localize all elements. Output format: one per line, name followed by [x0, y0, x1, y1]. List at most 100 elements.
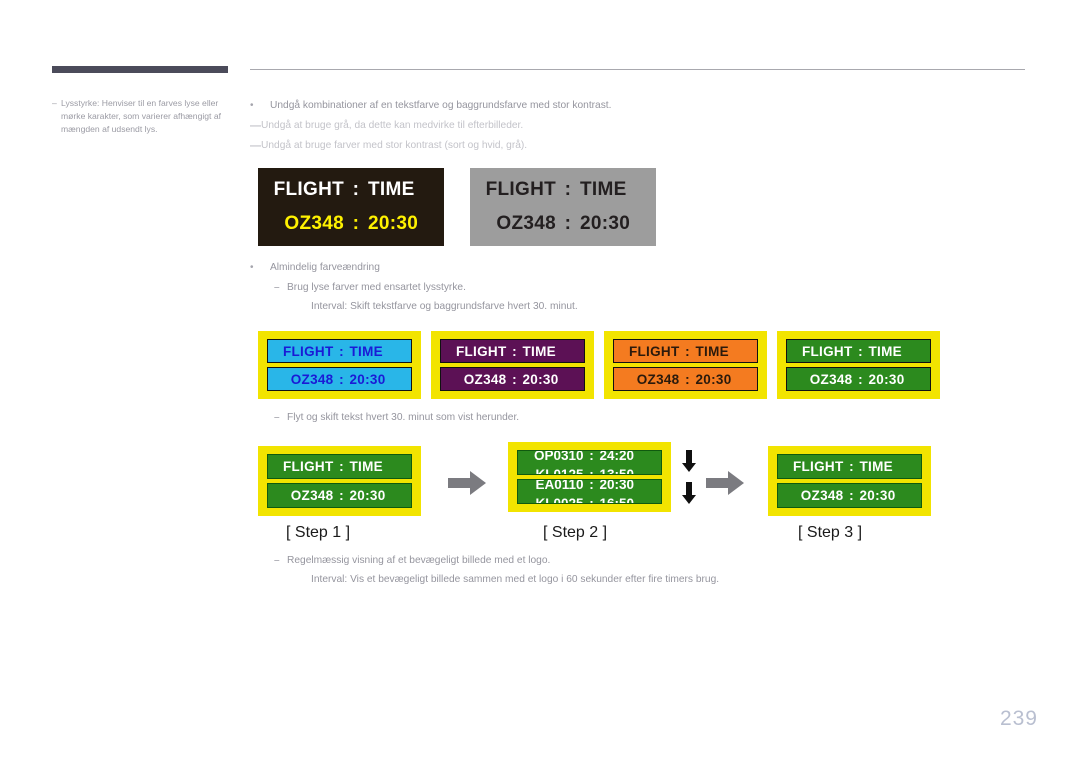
step2-caption: [ Step 2 ] [543, 524, 608, 541]
page-number: 239 [999, 707, 1038, 730]
board-flight-number: OZ348 [290, 488, 334, 503]
color-change-text-block: • Almindelig farveændring – Brug lyse fa… [250, 258, 1040, 316]
board-colon: : [589, 496, 594, 504]
header-accent-bar [52, 66, 228, 73]
board-colon: : [589, 450, 594, 463]
board-time-label: TIME [695, 343, 729, 359]
board-time-label: TIME [349, 343, 383, 359]
scroll-line: OP0310 : 24:20 [518, 450, 661, 465]
board-time-label: TIME [580, 179, 627, 200]
bullet-dot-icon: • [250, 100, 254, 111]
move-text-block: – Flyt og skift tekst hvert 30. minut so… [274, 408, 1034, 428]
board-flight-label: FLIGHT [273, 179, 344, 200]
board-data-line: OZ348 : 20:30 [470, 207, 656, 241]
sidebar-note-block: – Lysstyrke: Henviser til en farves lyse… [52, 97, 237, 137]
board-flight-number: OZ348 [496, 213, 556, 234]
board-flight-number: KL0125 [535, 467, 584, 475]
bullet-dot-icon: • [250, 262, 254, 273]
orange-on-yellow-board: FLIGHT : TIME OZ348 : 20:30 [604, 331, 767, 399]
bottom-note-row: – Regelmæssig visning af et bevægeligt b… [274, 551, 1040, 571]
board-header-line: FLIGHT : TIME [470, 173, 656, 207]
board-flight-number: OZ348 [809, 371, 853, 387]
board-colon: : [339, 459, 344, 474]
board-colon: : [685, 371, 690, 387]
board-flight-label: FLIGHT [628, 343, 680, 359]
board-colon: : [352, 179, 360, 200]
board-flight-number: OZ348 [284, 213, 344, 234]
step3-caption: [ Step 3 ] [798, 524, 863, 541]
board-flight-time: 20:30 [580, 213, 631, 234]
subnote-dash-marker: — [250, 120, 261, 132]
board-flight-number: OP0310 [533, 450, 584, 463]
board-flight-number: OZ348 [290, 371, 334, 387]
color-variant-boards: FLIGHT : TIME OZ348 : 20:30 FLIGHT : TIM… [258, 331, 940, 399]
bottom-note-interval-text: Interval: Vis et bevægeligt billede samm… [311, 574, 720, 585]
board-flight-label: FLIGHT [455, 343, 507, 359]
board-flight-number: EA0110 [535, 479, 584, 492]
board-flight-time: 20:30 [349, 371, 386, 387]
color-change-subbullet-row: – Brug lyse farver med ensartet lysstyrk… [274, 278, 1040, 298]
contrast-example-boards: FLIGHT : TIME OZ348 : 20:30 FLIGHT : TIM… [258, 168, 656, 246]
board-flight-label: FLIGHT [801, 343, 853, 359]
board-flight-time: 13:50 [599, 467, 635, 475]
board-flight-label: FLIGHT [282, 459, 334, 474]
header-divider-line [250, 69, 1025, 70]
board-colon: : [858, 343, 863, 359]
arrow-down-icon-2 [682, 482, 696, 504]
main-content-column: • Undgå kombinationer af en tekstfarve o… [250, 96, 1040, 156]
color-change-interval-text: Interval: Skift tekstfarve og baggrundsf… [311, 301, 578, 312]
board-flight-label: FLIGHT [282, 343, 334, 359]
scroll-line: EA0110 : 20:30 [518, 479, 661, 494]
board-header-line: FLIGHT : TIME [258, 173, 444, 207]
contrast-subnote-text-1: Undgå at bruge grå, da dette kan medvirk… [261, 120, 524, 131]
arrow-right-icon-2 [706, 470, 744, 496]
board-flight-number: OZ348 [800, 488, 844, 503]
board-data-line: OZ348 : 20:30 [267, 367, 412, 391]
contrast-subnote-row-1: — Undgå at bruge grå, da dette kan medvi… [250, 116, 1040, 136]
board-colon: : [589, 467, 594, 475]
board-flight-time: 20:30 [368, 213, 419, 234]
board-flight-time: 24:20 [599, 450, 635, 463]
board-flight-time: 20:30 [695, 371, 732, 387]
scrolling-strip-top: OP0310 : 24:20 KL0125 : 13:50 [517, 450, 662, 475]
board-colon: : [564, 213, 572, 234]
green-on-yellow-board: FLIGHT : TIME OZ348 : 20:30 [777, 331, 940, 399]
board-colon: : [589, 479, 594, 492]
board-flight-time: 20:30 [859, 488, 896, 503]
sidebar-note-item: – Lysstyrke: Henviser til en farves lyse… [52, 97, 237, 137]
board-header-line: FLIGHT : TIME [786, 339, 931, 363]
move-dash-marker: – [274, 412, 280, 423]
board-colon: : [685, 343, 690, 359]
note-dash-marker: – [52, 98, 57, 108]
board-header-line: FLIGHT : TIME [440, 339, 585, 363]
board-flight-time: 20:30 [868, 371, 905, 387]
step1-caption: [ Step 1 ] [286, 524, 351, 541]
note-text: Lysstyrke: Henviser til en farves lyse e… [61, 98, 221, 135]
contrast-bullet-text: Undgå kombinationer af en tekstfarve og … [270, 100, 612, 111]
color-change-bullet-text: Almindelig farveændring [270, 262, 380, 273]
step-diagram: FLIGHT : TIME OZ348 : 20:30 OP0310 : 24:… [258, 442, 948, 518]
board-data-line: OZ348 : 20:30 [613, 367, 758, 391]
board-data-line: OZ348 : 20:30 [258, 207, 444, 241]
board-colon: : [339, 343, 344, 359]
board-flight-number: OZ348 [463, 371, 507, 387]
step-captions-row: [ Step 1 ] [ Step 2 ] [ Step 3 ] [258, 524, 948, 548]
color-change-bullet-row: • Almindelig farveændring [250, 258, 1040, 278]
board-colon: : [849, 459, 854, 474]
move-bullet-row: – Flyt og skift tekst hvert 30. minut so… [274, 408, 1034, 428]
gray-board: FLIGHT : TIME OZ348 : 20:30 [470, 168, 656, 246]
board-colon: : [512, 343, 517, 359]
scroll-line: KL0125 : 13:50 [518, 465, 661, 475]
color-change-subbullet-text: Brug lyse farver med ensartet lysstyrke. [287, 282, 466, 293]
contrast-subnote-row-2: — Undgå at bruge farver med stor kontras… [250, 136, 1040, 156]
board-data-line: OZ348 : 20:30 [440, 367, 585, 391]
board-header-line: FLIGHT : TIME [267, 339, 412, 363]
subnote-dash-marker: — [250, 140, 261, 152]
board-data-line: OZ348 : 20:30 [267, 483, 412, 508]
step2-board: OP0310 : 24:20 KL0125 : 13:50 EA0110 : 2… [508, 442, 671, 512]
step3-board: FLIGHT : TIME OZ348 : 20:30 [768, 446, 931, 516]
board-time-label: TIME [349, 459, 383, 474]
board-flight-time: 16:50 [599, 496, 635, 504]
board-time-label: TIME [868, 343, 902, 359]
board-time-label: TIME [859, 459, 893, 474]
